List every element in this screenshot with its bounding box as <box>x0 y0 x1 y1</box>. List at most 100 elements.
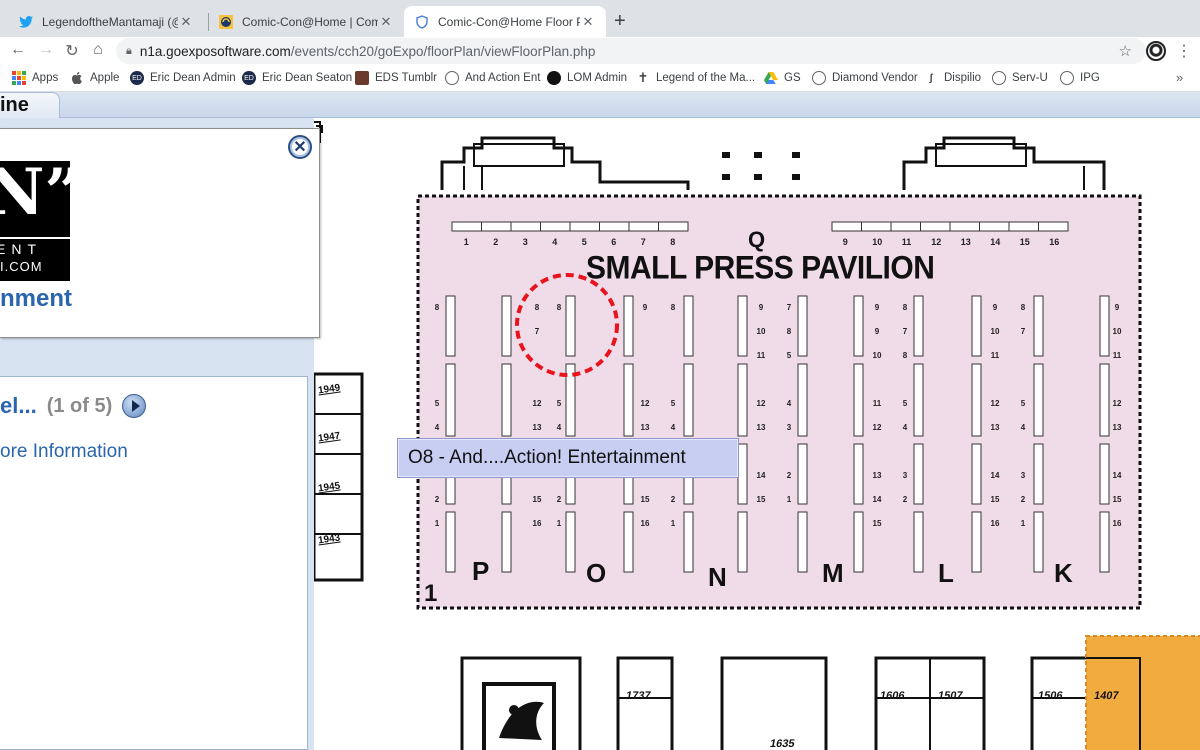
booth-number: 11 <box>872 399 882 408</box>
close-icon[interactable]: ✕ <box>378 14 394 30</box>
top-booth-number: 1 <box>463 237 469 247</box>
booth-number: 5 <box>786 351 792 360</box>
booth-number: 13 <box>990 423 1000 432</box>
loading-dock-left <box>440 136 690 190</box>
bookmark-diamond-vendor[interactable]: Diamond Vendor <box>812 71 918 85</box>
more-bookmarks-icon[interactable]: » <box>1176 70 1183 85</box>
booth-number: 10 <box>1112 327 1122 336</box>
bookmark-ipg[interactable]: IPG <box>1060 71 1100 85</box>
page-content: ine Q SMALL PRESS PAVILION 1 2 3 4 5 6 7… <box>0 92 1200 750</box>
booth-number: 1 <box>556 519 562 528</box>
new-tab-icon[interactable]: + <box>614 10 626 33</box>
booth-table <box>913 443 924 505</box>
top-booth-number: 13 <box>960 237 971 247</box>
address-bar[interactable]: 🔒︎ n1a.goexposoftware.com/events/cch20/g… <box>116 38 1146 64</box>
booth-table <box>737 511 748 573</box>
bookmark-label: Apple <box>90 72 120 84</box>
booth-number: 4 <box>1020 423 1026 432</box>
booth-number: 12 <box>532 399 542 408</box>
tab-twitter[interactable]: LegendoftheMantamaji (@Man ✕ <box>8 6 204 37</box>
booth-number: 8 <box>434 303 440 312</box>
close-icon[interactable]: ✕ <box>580 14 596 30</box>
booth-number: 5 <box>670 399 676 408</box>
booth-number: 8 <box>902 351 908 360</box>
top-booth-number: 4 <box>552 237 558 247</box>
close-icon[interactable]: ✕ <box>178 14 194 30</box>
bookmark-eric-dean-seaton[interactable]: ED Eric Dean Seaton <box>242 71 352 85</box>
more-information-link[interactable]: ore Information <box>0 441 128 463</box>
booth-number: 4 <box>902 423 908 432</box>
close-icon: ✕ <box>293 139 307 156</box>
booth-number: 5 <box>1020 399 1026 408</box>
booth-number: 16 <box>1112 519 1122 528</box>
bookmark-eds-tumblr[interactable]: EDS Tumblr <box>355 71 437 85</box>
booth-tooltip: O8 - And....Action! Entertainment <box>397 438 739 478</box>
bookmark-label: EDS Tumblr <box>375 72 437 84</box>
booth-table <box>683 363 694 437</box>
browser-toolbar: ← → ↻ ⌂ 🔒︎ n1a.goexposoftware.com/events… <box>0 37 1200 66</box>
booth-number: 8 <box>556 303 562 312</box>
aisle-p-label: P <box>472 556 490 586</box>
bookmark-star-icon[interactable]: ☆ <box>1119 42 1132 60</box>
tab-comic-con[interactable]: Comic-Con@Home | Comic-Co ✕ <box>208 6 404 37</box>
bookmark-gs[interactable]: GS <box>764 71 801 85</box>
booth-number: 7 <box>1020 327 1026 336</box>
exhibitor-pager: el... (1 of 5) <box>0 393 147 419</box>
booth-number: 10 <box>756 327 766 336</box>
booth-table <box>1033 295 1044 357</box>
booth-number: 9 <box>758 303 764 312</box>
bookmark-eric-dean-admin[interactable]: ED Eric Dean Admin <box>130 71 236 85</box>
booth-table <box>853 295 864 357</box>
next-arrow-button[interactable] <box>122 394 147 418</box>
bookmark-apple[interactable]: Apple <box>70 71 119 85</box>
aisle-m-label: M <box>822 558 844 588</box>
bookmarks-bar: Apps Apple ED Eric Dean Admin ED Eric De… <box>0 66 1200 92</box>
floor-plan[interactable]: Q SMALL PRESS PAVILION 12345678 9 10 11 12 1… <box>314 118 1200 750</box>
site-nav-tab[interactable]: ine <box>0 92 60 119</box>
extension-icon[interactable] <box>1146 41 1166 61</box>
bookmark-and-action-ent[interactable]: And Action Ent <box>445 71 540 85</box>
top-booth-number: 8 <box>670 237 676 247</box>
booth-number: 9 <box>874 327 880 336</box>
tab-floor-plan[interactable]: Comic-Con@Home Floor Plan ✕ <box>404 6 606 37</box>
site-nav-strip <box>0 92 1200 118</box>
booth-table <box>1033 363 1044 437</box>
top-booth-number: 7 <box>640 237 646 247</box>
globe-icon <box>812 71 826 85</box>
booth-number: 14 <box>756 471 766 480</box>
pager-title[interactable]: el... <box>0 393 37 419</box>
bookmark-lom-admin[interactable]: LOM Admin <box>547 71 627 85</box>
reload-icon[interactable]: ↻ <box>62 41 82 61</box>
booth-number: 7 <box>786 303 792 312</box>
booth-number: 1 <box>1020 519 1026 528</box>
back-arrow-icon[interactable]: ← <box>8 41 28 59</box>
apple-icon <box>70 71 84 85</box>
top-booth-number: 3 <box>522 237 528 247</box>
booth-number: 4 <box>786 399 792 408</box>
booth-table <box>1099 443 1110 505</box>
home-icon[interactable]: ⌂ <box>88 41 108 59</box>
booth-table <box>797 511 808 573</box>
booth-number: 5 <box>434 399 440 408</box>
booth-number: 9 <box>992 303 998 312</box>
exhibitor-name[interactable]: nment <box>0 285 72 313</box>
booth-number: 9 <box>874 303 880 312</box>
booth-number: 14 <box>1112 471 1122 480</box>
bookmark-apps[interactable]: Apps <box>12 71 58 85</box>
booth-number: 11 <box>756 351 766 360</box>
booth-number: 9 <box>1114 303 1120 312</box>
bookmark-legend-of-the-ma[interactable]: ✝ Legend of the Ma... <box>636 70 756 85</box>
google-drive-icon <box>764 71 778 85</box>
booth-number: 2 <box>670 495 676 504</box>
bookmark-serv-u[interactable]: Serv-U <box>992 71 1048 85</box>
forward-arrow-icon[interactable]: → <box>36 41 56 59</box>
close-popup-button[interactable]: ✕ <box>288 135 312 159</box>
booth-number: 9 <box>642 303 648 312</box>
booth-number: 4 <box>434 423 440 432</box>
booth-number: 10 <box>872 351 882 360</box>
bookmark-dispilio[interactable]: ʃ Dispilio <box>924 71 981 85</box>
booth-table <box>737 295 748 357</box>
menu-kebab-icon[interactable]: ⋮ <box>1176 41 1192 61</box>
booth-table <box>913 511 924 573</box>
booth-table <box>913 363 924 437</box>
